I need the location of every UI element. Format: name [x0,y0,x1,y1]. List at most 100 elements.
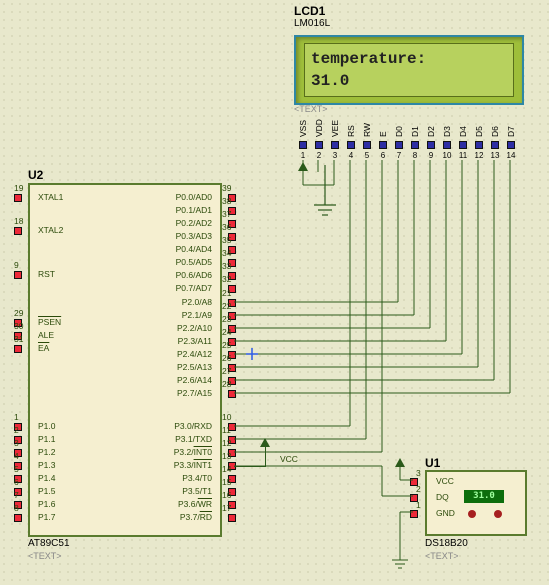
sensor-adjust-down[interactable] [468,510,476,518]
pin-terminal-icon[interactable] [459,141,467,149]
lcd-pin: E6 [375,115,391,160]
lcd-pin: RS4 [343,115,359,160]
mcu-pin-num: 15 [222,477,231,487]
lcd-screen: temperature: 31.0 [304,43,514,97]
mcu-pin-num: 33 [222,261,231,271]
pin-terminal-icon[interactable] [14,514,22,522]
mcu-pin-label: P0.1/AD1 [156,205,212,215]
sensor-pin-num: 1 [416,500,421,510]
pin-terminal-icon[interactable] [315,141,323,149]
mcu-pin-label: P2.6/A14 [156,375,212,385]
lcd-pin-label: VSS [298,115,308,137]
lcd-pin: D07 [391,115,407,160]
lcd-pin-num: 2 [317,151,321,160]
mcu-pin-num: 24 [222,327,231,337]
lcd-pin-label: D4 [458,115,468,137]
sensor-adjust-up[interactable] [494,510,502,518]
lcd-pin: D4 11 [455,115,471,160]
mcu-pin-label: P3.2/INT0 [156,447,212,457]
mcu-pin-label: PSEN [38,317,61,327]
lcd-text-placeholder: <TEXT> [294,104,328,114]
mcu-pin-num: 31 [14,334,23,344]
lcd-pin: D5 12 [471,115,487,160]
sensor-pin-label: GND [436,508,455,518]
pin-terminal-icon[interactable] [427,141,435,149]
pin-terminal-icon[interactable] [491,141,499,149]
mcu-pin-num: 1 [14,412,19,422]
pin-terminal-icon[interactable] [14,227,22,235]
mcu-pin-num: 13 [222,451,231,461]
ground-symbol-icon [310,165,340,225]
mcu-pin-label: P2.4/A12 [156,349,212,359]
pin-terminal-icon[interactable] [228,514,236,522]
pin-terminal-icon[interactable] [14,194,22,202]
pin-terminal-icon[interactable] [14,271,22,279]
mcu-ref: U2 [28,168,43,182]
pin-terminal-icon[interactable] [443,141,451,149]
pin-terminal-icon[interactable] [379,141,387,149]
lcd-pin-num: 8 [413,151,417,160]
lcd-pin-label: D2 [426,115,436,137]
mcu-pin-num: 6 [14,477,19,487]
lcd-pin-label: RW [362,115,372,137]
lcd-component[interactable]: temperature: 31.0 [294,35,524,105]
pin-terminal-icon[interactable] [395,141,403,149]
mcu-pin-label: P0.4/AD4 [156,244,212,254]
pin-terminal-icon[interactable] [411,141,419,149]
mcu-pin-label: P2.1/A9 [156,310,212,320]
mcu-pin-label: P0.2/AD2 [156,218,212,228]
lcd-line2: 31.0 [311,70,507,92]
lcd-pin-label: D7 [506,115,516,137]
lcd-pin-num: 13 [491,151,500,160]
mcu-pin-num: 18 [14,216,23,226]
lcd-model: LM016L [294,18,330,29]
mcu-pin-num: 7 [14,490,19,500]
lcd-pin-num: 4 [349,151,353,160]
mcu-pin-num: 12 [222,438,231,448]
lcd-pin-num: 9 [429,151,433,160]
mcu-pin-label: P0.5/AD5 [156,257,212,267]
lcd-pin: RW5 [359,115,375,160]
mcu-pin-num: 37 [222,209,231,219]
pin-terminal-icon[interactable] [331,141,339,149]
mcu-pin-label: P2.2/A10 [156,323,212,333]
lcd-ref: LCD1 [294,4,325,18]
pin-terminal-icon[interactable] [475,141,483,149]
mcu-pin-num: 38 [222,196,231,206]
pin-terminal-icon[interactable] [228,390,236,398]
mcu-pin-num: 4 [14,451,19,461]
pin-terminal-icon[interactable] [410,510,418,518]
lcd-pin-num: 12 [475,151,484,160]
mcu-pin-num: 39 [222,183,231,193]
lcd-pin-label: D5 [474,115,484,137]
mcu-pin-label: P1.4 [38,473,56,483]
mcu-pin-num: 36 [222,222,231,232]
mcu-pin-num: 26 [222,353,231,363]
mcu-pin-num: 17 [222,503,231,513]
pin-terminal-icon[interactable] [14,345,22,353]
sensor-text-placeholder: <TEXT> [425,551,459,561]
lcd-pin-num: 11 [459,151,467,160]
gnd-arrow-icon [298,162,308,171]
pin-terminal-icon[interactable] [507,141,515,149]
mcu-pin-label: ALE [38,330,54,340]
sensor-pin-label: VCC [436,476,454,486]
mcu-pin-num: 29 [14,308,23,318]
mcu-pin-label: P1.1 [38,434,56,444]
mcu-pin-label: P1.2 [38,447,56,457]
pin-terminal-icon[interactable] [299,141,307,149]
sensor-pin-num: 3 [416,468,421,478]
pin-terminal-icon[interactable] [347,141,355,149]
mcu-pin-num: 19 [14,183,23,193]
mcu-pin-label: P2.3/A11 [156,336,212,346]
mcu-pin-num: 8 [14,503,19,513]
lcd-pin-label: VEE [330,115,340,137]
pin-terminal-icon[interactable] [363,141,371,149]
mcu-pin-label: XTAL2 [38,225,63,235]
mcu-pin-num: 22 [222,301,231,311]
mcu-pin-num: 35 [222,235,231,245]
lcd-line1: temperature: [311,48,507,70]
mcu-pin-num: 5 [14,464,19,474]
lcd-pin-label: D6 [490,115,500,137]
mcu-pin-label: P3.7/RD [156,512,212,522]
